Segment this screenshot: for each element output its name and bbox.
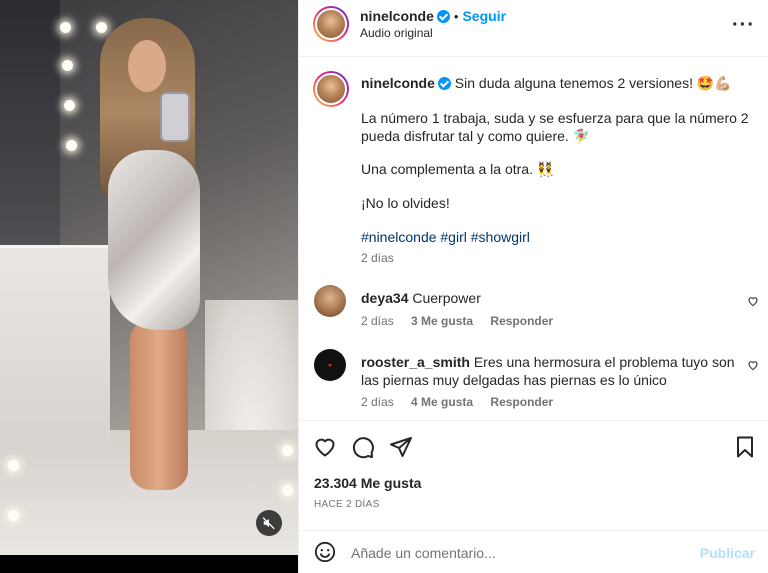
share-paper-plane-icon[interactable] [389,435,413,459]
author-username[interactable]: ninelconde [360,8,434,24]
photo-bulb [96,22,107,33]
photo-bulb [8,510,19,521]
mute-button[interactable] [256,510,282,536]
photo-bulb [8,460,19,471]
comment-meta: 2 días 3 Me gusta Responder [361,314,567,328]
post-media[interactable] [0,0,298,573]
caption-hashtags[interactable]: #ninelconde #girl #showgirl [361,228,756,246]
caption-username[interactable]: ninelconde [361,75,435,91]
comment-like-heart-icon[interactable] [747,295,759,307]
caption-line-1: Sin duda alguna tenemos 2 versiones! 🤩💪🏼 [454,75,732,91]
save-bookmark-icon[interactable] [733,435,757,459]
photo-figure-dress [108,150,200,330]
comment-avatar[interactable]: ● [314,349,346,381]
caption-first-line: ninelconde Sin duda alguna tenemos 2 ver… [361,74,756,92]
photo-figure-face [128,40,166,92]
more-options-icon[interactable]: ··· [732,14,755,37]
comment-username[interactable]: rooster_a_smith [361,354,470,370]
likes-count[interactable]: 23.304 Me gusta [314,475,421,491]
separator-dot: • [453,9,459,24]
posted-ago: HACE 2 DÍAS [314,499,380,510]
speaker-muted-icon [262,517,275,530]
comment-like-heart-icon[interactable] [747,359,759,371]
comment-bubble-icon[interactable] [351,435,375,459]
comment-time: 2 días [361,395,394,409]
post-side-panel: ninelconde • Seguir Audio original ··· nin… [298,0,768,573]
follow-button[interactable]: Seguir [462,8,506,24]
post-photo [0,0,298,555]
photo-bulb [60,22,71,33]
publish-button[interactable]: Publicar [700,545,755,561]
reply-button[interactable]: Responder [490,314,553,328]
reply-button[interactable]: Responder [490,395,553,409]
photo-figure-legs [130,320,188,490]
caption-line-4: ¡No lo olvides! [361,195,450,211]
add-comment-bar: Publicar [299,530,768,573]
author-avatar[interactable] [313,6,349,42]
post-actions: 23.304 Me gusta HACE 2 DÍAS [299,420,768,540]
comment-text: Cuerpower [412,290,481,306]
avatar-logo-icon: ● [327,361,333,369]
emoji-smile-icon[interactable] [314,541,336,563]
author-line: ninelconde • Seguir [360,8,506,24]
post-header: ninelconde • Seguir Audio original ··· [299,0,768,57]
comment-meta: 2 días 4 Me gusta Responder [361,395,567,409]
comment-username[interactable]: deya34 [361,290,408,306]
photo-bulb [282,485,293,496]
photo-vanity [0,245,110,445]
caption-line-3: Una complementa a la otra. 👯 [361,161,555,177]
caption-avatar[interactable] [313,71,349,107]
audio-link[interactable]: Audio original [360,26,433,40]
comment-input[interactable] [351,542,691,564]
comment-time: 2 días [361,314,394,328]
comments-section[interactable]: ninelconde Sin duda alguna tenemos 2 ver… [299,57,768,419]
photo-bulb [64,100,75,111]
caption-time: 2 días [361,251,394,265]
verified-badge-icon [437,77,451,90]
comment-likes-count[interactable]: 4 Me gusta [411,395,473,409]
photo-bulb [282,445,293,456]
like-heart-icon[interactable] [313,435,337,459]
caption-line-2: La número 1 trabaja, suda y se esfuerza … [361,110,749,144]
photo-phone [160,92,190,142]
comment-body: rooster_a_smith Eres una hermosura el pr… [361,353,756,389]
photo-bulb [66,140,77,151]
comment-body: deya34 Cuerpower [361,289,756,307]
comment-avatar[interactable] [314,285,346,317]
comment-likes-count[interactable]: 3 Me gusta [411,314,473,328]
photo-bulb [62,60,73,71]
caption-meta: 2 días [361,251,408,265]
verified-badge-icon [436,10,450,23]
